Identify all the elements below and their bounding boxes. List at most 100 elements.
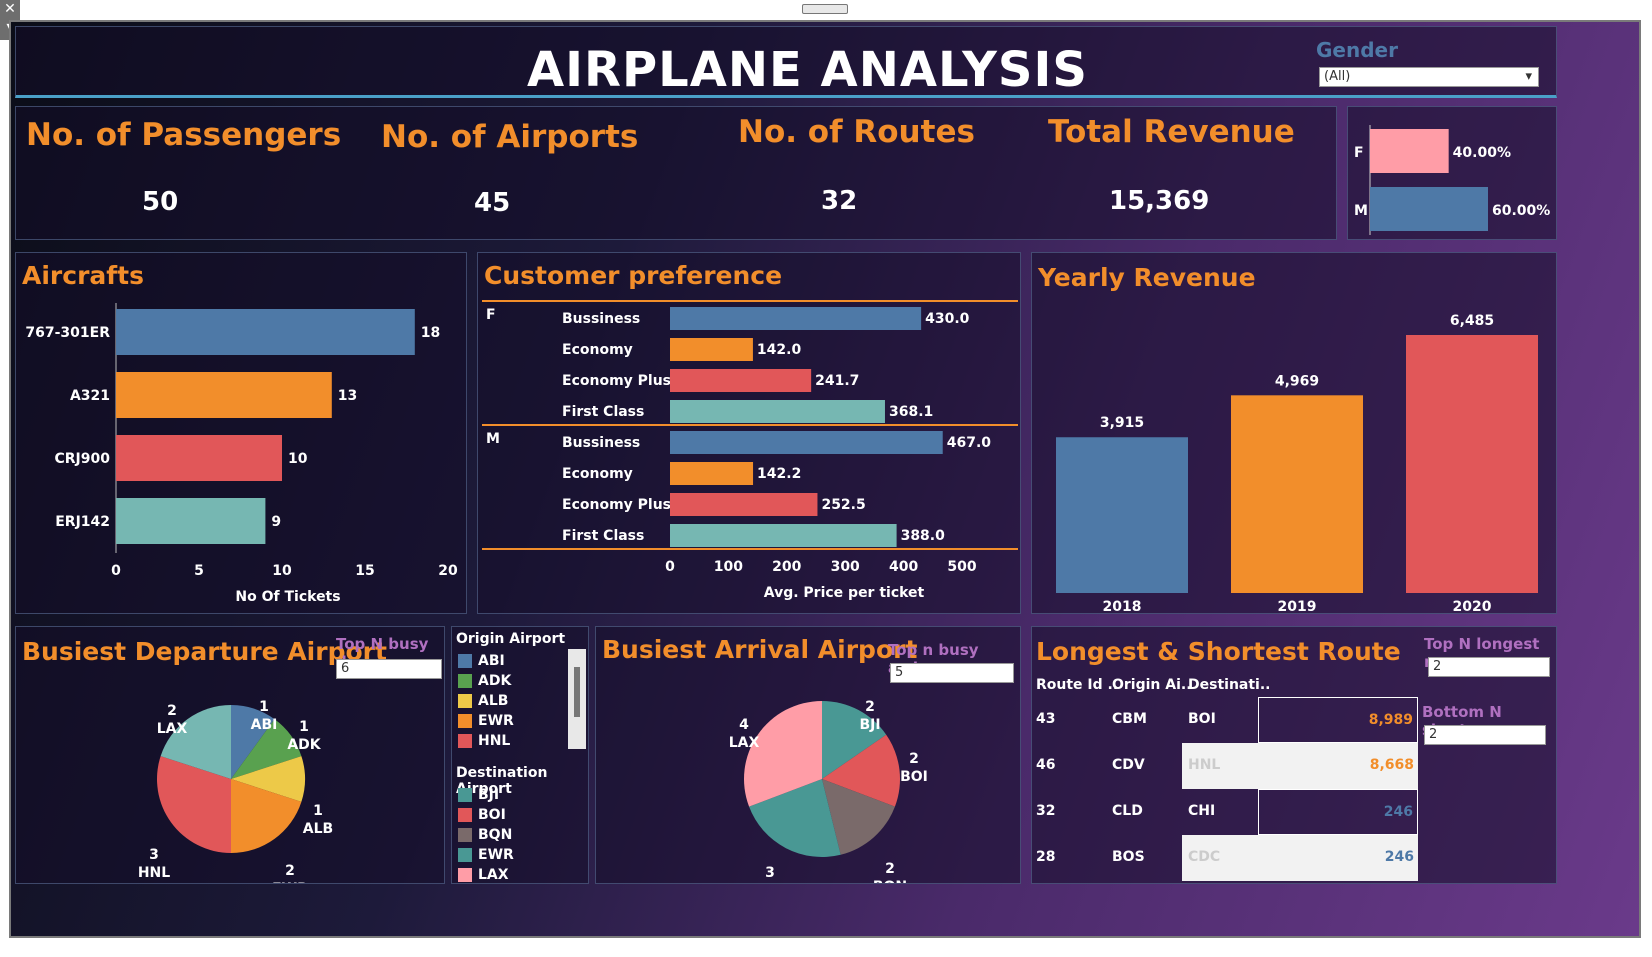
origin-legend-item[interactable]: ADK xyxy=(458,671,514,691)
kpi-label: No. of Airports xyxy=(381,119,639,155)
origin-legend-swatch xyxy=(458,694,472,708)
aircraft-x-tick: 15 xyxy=(355,563,374,579)
longest-shortest-panel: Longest & Shortest Route Top N longest r… xyxy=(1031,626,1557,884)
pref-category-label: Bussiness xyxy=(562,311,640,327)
table-cell-destination: CHI xyxy=(1188,803,1216,819)
table-cell-origin: CLD xyxy=(1112,803,1143,819)
aircraft-bar xyxy=(116,498,266,544)
table-cell-origin: CDV xyxy=(1112,757,1145,773)
pref-category-label: Bussiness xyxy=(562,435,640,451)
kpi-label: No. of Passengers xyxy=(26,117,342,153)
pref-category-label: Economy xyxy=(562,342,633,358)
dropdown-arrow-icon[interactable]: ▾ xyxy=(1525,68,1532,86)
table-cell-destination: CDC xyxy=(1188,849,1221,865)
aircrafts-chart: 767-301ER 18 A321 13 CRJ900 10 ERJ142 9 0 5 10 15 20… xyxy=(25,303,458,605)
pref-x-tick: 200 xyxy=(772,559,801,575)
aircrafts-panel: Aircrafts 767-301ER 18 A321 13 CRJ900 10 ERJ14… xyxy=(15,252,467,614)
kpi-value: 45 xyxy=(474,188,511,218)
kpi-value: 15,369 xyxy=(1109,186,1210,216)
pref-x-axis-label: Avg. Price per ticket xyxy=(764,585,925,601)
yearly-revenue-chart: 3,915 2018 4,969 2019 6,485 2020 xyxy=(1056,313,1538,613)
pref-data-label: 142.2 xyxy=(757,466,801,482)
destination-legend-swatch xyxy=(458,868,472,882)
table-row[interactable]: HNL 8,668 xyxy=(1182,743,1418,789)
table-row[interactable]: 8,989 xyxy=(1258,697,1418,743)
gender-data-label: 60.00% xyxy=(1492,203,1550,219)
longest-shortest-title: Longest & Shortest Route xyxy=(1036,637,1401,666)
pref-category-label: Economy Plus xyxy=(562,373,671,389)
table-cell-route-id: 32 xyxy=(1036,803,1056,819)
aircraft-data-label: 18 xyxy=(421,325,440,341)
pref-data-label: 368.1 xyxy=(889,404,933,420)
pref-category-label: Economy xyxy=(562,466,633,482)
origin-legend-item[interactable]: ABI xyxy=(458,651,514,671)
table-cell-route-id: 46 xyxy=(1036,757,1056,773)
origin-legend-label: ABI xyxy=(478,653,505,669)
destination-legend-item[interactable]: BQN xyxy=(458,825,514,845)
aircraft-x-tick: 0 xyxy=(111,563,121,579)
aircraft-bar xyxy=(116,435,282,481)
kpi-panel: No. of Passengers 50 No. of Airports 45 … xyxy=(15,106,1337,240)
legend-scrollbar[interactable] xyxy=(568,649,586,749)
gender-bar xyxy=(1370,129,1449,173)
destination-legend-item[interactable]: BOI xyxy=(458,805,514,825)
gender-filter-label: Gender xyxy=(1316,38,1398,62)
destination-legend-label: EWR xyxy=(478,847,514,863)
origin-legend-item[interactable]: EWR xyxy=(458,711,514,731)
kpi-label: Total Revenue xyxy=(1048,114,1295,150)
pref-data-label: 467.0 xyxy=(947,435,992,451)
resize-handle[interactable] xyxy=(802,4,848,14)
pref-bar xyxy=(670,369,812,392)
pref-category-label: First Class xyxy=(562,404,644,420)
aircraft-tick-label: 767-301ER xyxy=(25,325,110,341)
gender-bar xyxy=(1370,187,1488,231)
gender-chart: F 40.00% M 60.00% xyxy=(1354,125,1550,235)
table-header-destination: Destinati.. xyxy=(1188,677,1271,693)
gender-tick-label: F xyxy=(1354,145,1364,161)
destination-legend-swatch xyxy=(458,848,472,862)
origin-legend-item[interactable]: ALB xyxy=(458,691,514,711)
pref-bar xyxy=(670,431,943,454)
gender-tick-label: M xyxy=(1354,203,1368,219)
pref-x-tick: 500 xyxy=(947,559,976,575)
origin-legend-swatch xyxy=(458,654,472,668)
close-icon[interactable]: ✕ xyxy=(0,0,20,18)
gender-chart-panel: F 40.00% M 60.00% xyxy=(1347,106,1557,240)
departure-slice-label: EWR xyxy=(272,881,308,884)
busiest-departure-chart: 1 ABI 1 ADK 1 ALB 2 EWR 3 HNL 2 LAX xyxy=(138,699,333,884)
departure-slice-value: 1 xyxy=(313,803,323,819)
legend-scroll-thumb[interactable] xyxy=(574,667,580,717)
pref-x-tick: 0 xyxy=(665,559,675,575)
pref-category-label: First Class xyxy=(562,528,644,544)
origin-legend-item[interactable]: HNL xyxy=(458,731,514,751)
destination-legend-swatch xyxy=(458,808,472,822)
yearly-revenue-panel: Yearly Revenue 3,915 2018 4,969 2019 6,485 20… xyxy=(1031,252,1557,614)
arrival-slice-value: 2 xyxy=(885,861,895,877)
table-cell-route-id: 43 xyxy=(1036,711,1056,727)
pref-data-label: 430.0 xyxy=(925,311,970,327)
kpi-label: No. of Routes xyxy=(738,114,975,150)
table-row[interactable]: 246 xyxy=(1258,789,1418,835)
top-n-longest-input[interactable]: 2 xyxy=(1428,657,1550,677)
destination-legend-item[interactable]: LAX xyxy=(458,865,514,883)
table-row[interactable]: CDC 246 xyxy=(1182,835,1418,881)
table-cell-value: 8,989 xyxy=(1368,712,1413,728)
pref-x-tick: 300 xyxy=(831,559,860,575)
customer-preference-chart: F Bussiness 430.0 Economy 142.0 Economy Plus 2… xyxy=(482,300,1018,601)
dashboard: AIRPLANE ANALYSIS Gender (All) ▾ No. of … xyxy=(9,20,1641,938)
origin-legend-title: Origin Airport xyxy=(456,631,566,647)
table-cell-value: 246 xyxy=(1383,804,1413,820)
arrival-slice-label: BJI xyxy=(859,717,880,733)
aircraft-bar xyxy=(116,309,415,355)
table-cell-destination: BOI xyxy=(1188,711,1216,727)
bottom-n-shortest-input[interactable]: 2 xyxy=(1424,725,1546,745)
legend-panel: Origin Airport ABI ADK ALB EWR HNL Destinati… xyxy=(451,626,589,884)
arrival-slice-value: 2 xyxy=(909,751,919,767)
destination-legend-item[interactable]: EWR xyxy=(458,845,514,865)
destination-legend-item[interactable]: BJI xyxy=(458,785,514,805)
yearly-data-label: 6,485 xyxy=(1450,313,1494,329)
departure-slice-label: HNL xyxy=(138,865,170,881)
arrival-slice-label: BOI xyxy=(900,769,928,785)
pref-bar xyxy=(670,307,922,330)
gender-filter-select[interactable]: (All) ▾ xyxy=(1319,67,1539,87)
